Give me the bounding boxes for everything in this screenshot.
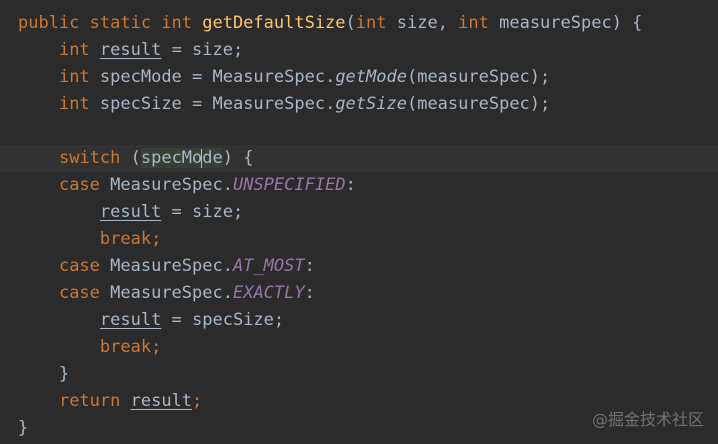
code-token: break; bbox=[99, 337, 162, 357]
code-line[interactable]: switch (specMode) { bbox=[0, 145, 718, 172]
code-token: case bbox=[58, 175, 111, 195]
code-token: MeasureSpec. bbox=[110, 283, 233, 303]
code-line[interactable]: } bbox=[0, 361, 718, 388]
code-token: : bbox=[304, 283, 315, 303]
code-token: int bbox=[458, 13, 500, 33]
code-token: ( bbox=[130, 148, 141, 168]
code-token: = specSize; bbox=[161, 310, 285, 330]
code-editor[interactable]: @掘金技术社区 public static int getDefaultSize… bbox=[0, 0, 718, 444]
code-line[interactable]: int specMode = MeasureSpec.getMode(measu… bbox=[0, 64, 718, 91]
code-token: ( bbox=[345, 13, 356, 33]
code-line[interactable]: break; bbox=[0, 334, 718, 361]
code-line[interactable]: public static int getDefaultSize(int siz… bbox=[0, 10, 718, 37]
code-token: measureSpec) { bbox=[499, 13, 643, 33]
code-line[interactable] bbox=[0, 118, 718, 145]
code-line[interactable]: case MeasureSpec.EXACTLY: bbox=[0, 280, 718, 307]
code-line[interactable]: result = size; bbox=[0, 199, 718, 226]
code-token: break; bbox=[99, 229, 162, 249]
code-token: getMode bbox=[335, 67, 407, 87]
code-line[interactable]: return result; bbox=[0, 388, 718, 415]
code-token: result bbox=[99, 202, 162, 222]
code-token: getSize bbox=[335, 94, 407, 114]
code-token: case bbox=[58, 283, 111, 303]
code-line[interactable]: case MeasureSpec.UNSPECIFIED: bbox=[0, 172, 718, 199]
code-token: : bbox=[304, 256, 315, 276]
code-token: (measureSpec); bbox=[406, 67, 551, 87]
code-token: result bbox=[99, 310, 162, 330]
code-token: : bbox=[345, 175, 356, 195]
code-line[interactable]: break; bbox=[0, 226, 718, 253]
code-token: (measureSpec); bbox=[406, 94, 551, 114]
code-line[interactable]: result = specSize; bbox=[0, 307, 718, 334]
code-token: int bbox=[58, 40, 100, 60]
code-token: = size; bbox=[161, 40, 244, 60]
code-token: EXACTLY bbox=[232, 283, 305, 303]
code-token: de bbox=[202, 148, 223, 168]
code-token: size, bbox=[396, 13, 459, 33]
code-token: case bbox=[58, 256, 111, 276]
code-line[interactable]: int specSize = MeasureSpec.getSize(measu… bbox=[0, 91, 718, 118]
code-token: int bbox=[58, 67, 100, 87]
code-line[interactable]: } bbox=[0, 415, 718, 442]
code-token: UNSPECIFIED bbox=[232, 175, 346, 195]
code-token: = size; bbox=[161, 202, 244, 222]
code-token: switch bbox=[58, 148, 131, 168]
code-line[interactable]: case MeasureSpec.AT_MOST: bbox=[0, 253, 718, 280]
code-token: ) { bbox=[222, 148, 254, 168]
code-token: MeasureSpec. bbox=[110, 175, 233, 195]
code-token: specMo bbox=[140, 148, 203, 168]
code-token: return bbox=[58, 391, 131, 411]
code-token: public static int bbox=[18, 13, 203, 33]
code-token: int bbox=[355, 13, 397, 33]
code-token: result bbox=[130, 391, 193, 411]
code-token: } bbox=[18, 364, 70, 384]
code-token: int bbox=[58, 94, 100, 114]
code-token: } bbox=[18, 418, 29, 438]
code-token: result bbox=[99, 40, 162, 60]
code-token: ; bbox=[192, 391, 203, 411]
code-token: AT_MOST bbox=[232, 256, 305, 276]
code-token: specSize = MeasureSpec. bbox=[99, 94, 336, 114]
code-token: MeasureSpec. bbox=[110, 256, 233, 276]
code-token: specMode = MeasureSpec. bbox=[99, 67, 336, 87]
code-token: getDefaultSize bbox=[202, 13, 346, 33]
code-line[interactable]: int result = size; bbox=[0, 37, 718, 64]
